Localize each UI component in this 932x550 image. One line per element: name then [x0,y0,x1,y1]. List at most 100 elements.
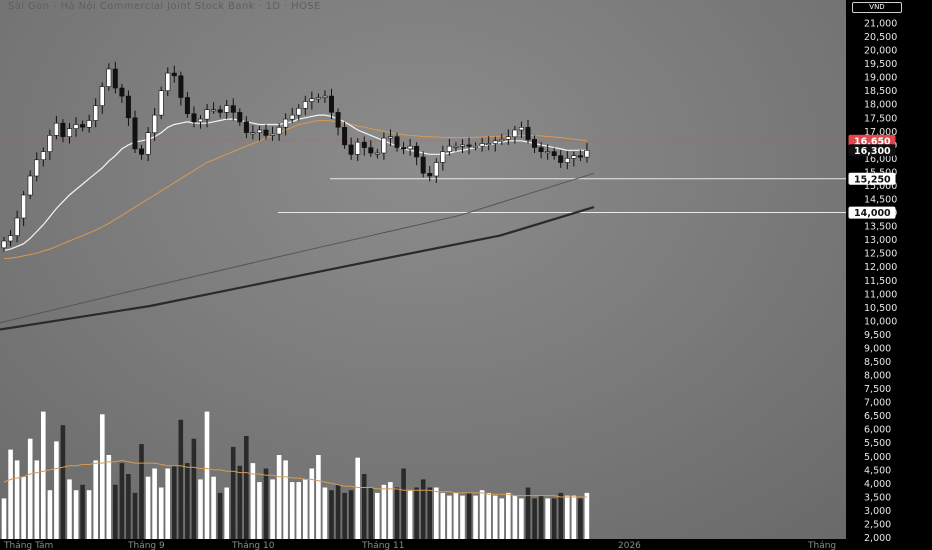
volume-bar [257,482,262,539]
candle [283,118,289,128]
volume-bar [237,465,243,539]
volume-bar [316,455,321,539]
volume-bar [538,495,544,539]
volume-bar [178,419,184,539]
candle [564,158,570,163]
volume-bar [54,441,59,539]
volume-bar [14,460,20,539]
candle [99,86,105,106]
volume-bar [375,492,380,539]
candle [132,117,138,150]
candle [394,136,400,148]
candle [545,151,551,154]
candle [342,127,348,146]
candle [518,127,524,131]
ma-long-line [0,206,595,331]
candle [93,105,99,121]
chart-area[interactable] [0,0,932,550]
candle [112,68,118,89]
candle [414,145,420,158]
volume-bar [551,498,557,539]
volume-bar [158,487,164,539]
candle [505,136,511,140]
volume-bar [499,498,505,539]
candle [322,95,328,98]
volume-bar [106,455,112,539]
candle [198,118,204,123]
volume-bar [401,468,406,539]
candle [119,87,125,97]
volume-bar [217,492,223,539]
volume-bar [1,498,7,539]
candle [499,139,505,142]
volume-bar [283,460,288,539]
candle [21,194,27,219]
volume-bar [342,492,347,539]
candle [361,141,367,148]
volume-bar [584,492,590,539]
candle [106,68,112,87]
volume-bar [211,476,216,539]
volume-bar [145,476,151,539]
price-axis-panel[interactable] [846,0,932,550]
candle [178,75,184,98]
candle [368,147,374,154]
volume-bar [113,484,118,539]
volume-bar [67,479,72,539]
volume-bar [244,436,249,539]
candle [243,121,249,133]
candle [381,137,387,154]
volume-bar [21,476,26,539]
candle [53,122,59,136]
volume-bar [270,479,275,539]
candle [191,113,197,123]
candle [125,95,131,119]
volume-bar [132,492,138,539]
currency-badge[interactable]: VND [852,2,902,13]
volume-bar [492,495,498,539]
candle [531,139,537,148]
volume-bar [8,449,13,539]
candle [328,95,334,113]
volume-bar [27,438,33,539]
volume-bar [126,474,131,539]
candle [289,114,295,120]
candle [80,124,86,128]
volume-bar [460,495,465,539]
candle [165,72,171,91]
volume-bar [139,444,144,539]
volume-bar [191,438,197,539]
candle [538,147,544,153]
volume-bar [519,498,524,539]
volume-bar [224,487,229,539]
time-axis[interactable] [0,539,846,550]
candle [158,90,164,116]
volume-bar [185,463,190,539]
candle [152,114,158,133]
candle [420,156,426,174]
candle [27,175,33,196]
candle [486,143,492,146]
ma-fast-line [3,114,587,252]
candle [571,155,577,159]
candle [211,109,217,112]
volume-bar [453,492,459,539]
candle [302,101,308,109]
candle [479,143,485,147]
price-chart[interactable] [0,0,932,550]
candle [67,128,73,138]
candle [355,141,361,155]
volume-bar [361,474,367,539]
volume-bar [73,490,79,539]
volume-bars [1,411,590,539]
volume-bar [420,479,426,539]
candle [427,173,433,177]
candle [34,159,40,177]
volume-bar [296,482,301,539]
volume-bar [440,492,446,539]
candle [73,124,79,129]
candle [40,151,46,161]
candle [492,140,498,144]
candle [263,129,269,136]
volume-bar [486,492,491,539]
